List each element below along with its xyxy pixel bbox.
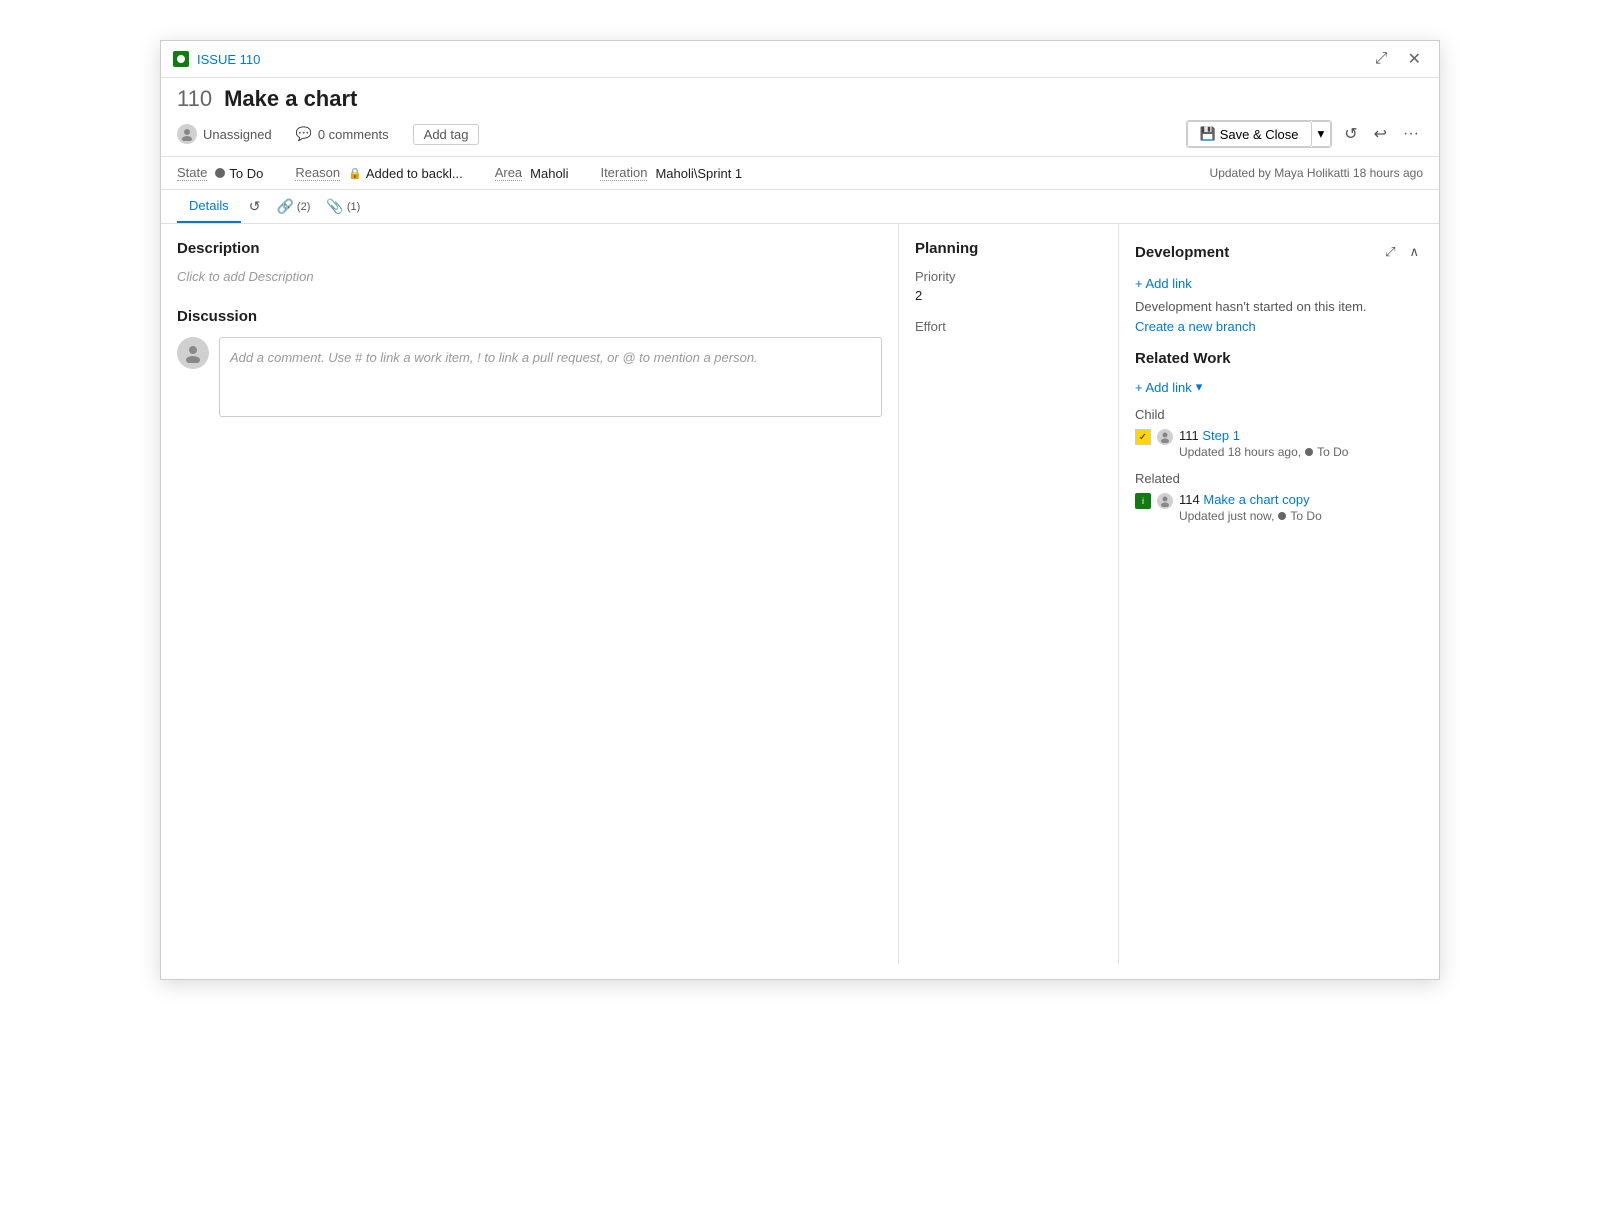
lock-icon: 🔒 — [348, 167, 362, 180]
related-item-details: 114 Make a chart copy Updated just now, … — [1179, 492, 1423, 523]
assignee-label: Unassigned — [203, 127, 272, 142]
area-field[interactable]: Area Maholi — [495, 165, 569, 181]
child-work-item: ✓ 111 Step 1 Updated 18 hours ago, To Do — [1135, 428, 1423, 459]
related-label: Related — [1135, 471, 1423, 486]
title-bar-left: ISSUE 110 — [173, 51, 260, 67]
expand-button[interactable]: ⤢ — [1369, 48, 1394, 70]
development-header: Development ⤢ ∧ — [1135, 240, 1423, 264]
related-work-header: Related Work — [1135, 350, 1423, 367]
issue-type-icon — [173, 51, 189, 67]
child-item-meta: Updated 18 hours ago, To Do — [1179, 445, 1423, 459]
reason-field[interactable]: Reason 🔒 Added to backl... — [295, 165, 462, 181]
area-value: Maholi — [530, 166, 568, 181]
dropdown-chevron-icon: ▾ — [1196, 379, 1203, 395]
dev-collapse-button[interactable]: ∧ — [1405, 240, 1423, 264]
link-icon: 🔗 — [276, 198, 293, 215]
description-placeholder[interactable]: Click to add Description — [177, 269, 882, 284]
header-toolbar: 💾 Save & Close ▾ ↺ ↩ ··· — [1186, 120, 1423, 148]
comments-field[interactable]: 💬 0 comments — [296, 126, 389, 142]
save-close-button[interactable]: 💾 Save & Close — [1187, 121, 1312, 147]
child-item-status: To Do — [1317, 445, 1348, 459]
child-label: Child — [1135, 407, 1423, 422]
links-count: (2) — [297, 201, 310, 213]
related-status-dot — [1278, 512, 1286, 520]
reason-value: 🔒 Added to backl... — [348, 166, 463, 181]
planning-title: Planning — [915, 240, 1102, 257]
state-field[interactable]: State To Do — [177, 165, 263, 181]
child-item-avatar — [1157, 429, 1173, 445]
iteration-value: Maholi\Sprint 1 — [655, 166, 742, 181]
comment-row: Add a comment. Use # to link a work item… — [177, 337, 882, 417]
content-area: Description Click to add Description Dis… — [161, 224, 1439, 964]
add-link-label: + Add link — [1135, 380, 1192, 395]
assignee-field[interactable]: Unassigned — [177, 124, 272, 144]
child-status-dot — [1305, 448, 1313, 456]
description-title: Description — [177, 240, 882, 257]
comments-count: 0 comments — [318, 127, 389, 142]
tab-links[interactable]: 🔗 (2) — [268, 194, 318, 219]
discussion-section: Discussion Add a comment. Use # to link … — [177, 308, 882, 417]
related-work-item: i 114 Make a chart copy Updated just now… — [1135, 492, 1423, 523]
related-item-avatar — [1157, 493, 1173, 509]
comment-icon: 💬 — [296, 126, 312, 142]
fields-row: State To Do Reason 🔒 Added to backl... A… — [161, 157, 1439, 190]
more-options-button[interactable]: ··· — [1399, 121, 1423, 147]
title-bar-actions: ⤢ ✕ — [1369, 47, 1427, 71]
development-title: Development — [1135, 244, 1229, 261]
updated-info: Updated by Maya Holikatti 18 hours ago — [1210, 166, 1423, 180]
iteration-field[interactable]: Iteration Maholi\Sprint 1 — [600, 165, 742, 181]
tabs-row: Details ↺ 🔗 (2) 📎 (1) — [161, 190, 1439, 224]
related-item-number: 114 — [1179, 492, 1200, 507]
related-item-link[interactable]: Make a chart copy — [1203, 492, 1309, 507]
tab-attachments[interactable]: 📎 (1) — [318, 194, 368, 219]
close-button[interactable]: ✕ — [1402, 47, 1427, 71]
add-tag-button[interactable]: Add tag — [413, 124, 480, 145]
child-item-check-icon: ✓ — [1135, 429, 1151, 445]
related-item-status: To Do — [1290, 509, 1321, 523]
related-work-title: Related Work — [1135, 350, 1231, 367]
child-item-link[interactable]: Step 1 — [1202, 428, 1240, 443]
state-dot — [215, 168, 225, 178]
child-item-number: 111 — [1179, 428, 1199, 443]
child-item-details: 111 Step 1 Updated 18 hours ago, To Do — [1179, 428, 1423, 459]
save-close-label: Save & Close — [1220, 127, 1299, 142]
reason-label: Reason — [295, 165, 340, 181]
priority-label: Priority — [915, 269, 1102, 284]
related-item-issue-icon: i — [1135, 493, 1151, 509]
dev-expand-button[interactable]: ⤢ — [1381, 240, 1399, 264]
avatar — [177, 124, 197, 144]
left-panel: Description Click to add Description Dis… — [161, 224, 899, 964]
right-panel: Development ⤢ ∧ + Add link Development h… — [1119, 224, 1439, 964]
tab-details[interactable]: Details — [177, 190, 241, 223]
state-value: To Do — [215, 166, 263, 181]
iteration-label: Iteration — [600, 165, 647, 181]
related-add-link-button[interactable]: + Add link ▾ — [1135, 379, 1202, 395]
save-close-dropdown[interactable]: ▾ — [1312, 121, 1332, 147]
issue-number: 110 — [177, 86, 212, 112]
area-label: Area — [495, 165, 522, 181]
planning-panel: Planning Priority 2 Effort — [899, 224, 1119, 964]
undo-button[interactable]: ↩ — [1370, 120, 1391, 148]
history-icon: ↺ — [249, 198, 261, 215]
user-avatar — [177, 337, 209, 369]
issue-title[interactable]: Make a chart — [224, 86, 357, 112]
effort-label: Effort — [915, 319, 1102, 334]
attachments-count: (1) — [347, 201, 360, 213]
tab-history[interactable]: ↺ — [241, 194, 269, 219]
state-label: State — [177, 165, 207, 181]
comment-input[interactable]: Add a comment. Use # to link a work item… — [219, 337, 882, 417]
related-item-meta: Updated just now, To Do — [1179, 509, 1423, 523]
attachment-icon: 📎 — [326, 198, 343, 215]
dev-icons: ⤢ ∧ — [1381, 240, 1423, 264]
priority-value[interactable]: 2 — [915, 288, 1102, 303]
dev-add-link-button[interactable]: + Add link — [1135, 276, 1192, 291]
issue-header: 110 Make a chart Unassigned 💬 0 comments… — [161, 78, 1439, 157]
refresh-button[interactable]: ↺ — [1340, 120, 1361, 148]
dev-info-text: Development hasn't started on this item. — [1135, 299, 1423, 314]
discussion-title: Discussion — [177, 308, 882, 325]
save-icon: 💾 — [1200, 126, 1216, 142]
create-branch-link[interactable]: Create a new branch — [1135, 319, 1256, 334]
issue-link[interactable]: ISSUE 110 — [197, 52, 260, 67]
